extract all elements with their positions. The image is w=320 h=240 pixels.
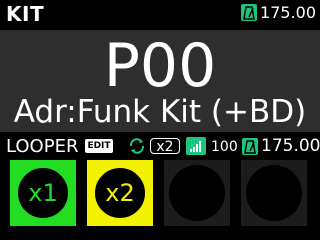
edit-button[interactable]: EDIT <box>85 139 113 153</box>
looper-label: LOOPER <box>6 136 79 157</box>
patch-number: P00 <box>103 31 217 101</box>
pad-label <box>241 160 307 226</box>
screen-title: KIT <box>6 2 45 26</box>
looper-tempo-display[interactable]: 175.00 <box>242 136 320 156</box>
looper-tempo-value: 175.00 <box>261 136 320 156</box>
pad-label <box>164 160 230 226</box>
level-icon <box>186 137 206 155</box>
patch-panel: P00 Adr:Funk Kit (+BD) <box>0 30 320 132</box>
multiplier-badge[interactable]: x2 <box>150 138 180 155</box>
metronome-icon <box>242 137 258 155</box>
loop-pad-1[interactable]: x1 <box>10 160 76 226</box>
pad-label: x2 <box>105 179 135 207</box>
tempo-value: 175.00 <box>260 3 316 22</box>
top-bar: KIT 175.00 <box>0 0 320 30</box>
loop-pads: x1 x2 <box>0 160 320 230</box>
tempo-display[interactable]: 175.00 <box>241 3 316 22</box>
sync-icon <box>129 138 145 154</box>
pad-label: x1 <box>28 179 58 207</box>
metronome-icon <box>241 4 258 21</box>
looper-bar: LOOPER EDIT x2 100 175.00 <box>0 134 320 158</box>
loop-pad-3[interactable] <box>164 160 230 226</box>
loop-pad-4[interactable] <box>241 160 307 226</box>
level-value: 100 <box>211 139 238 155</box>
loop-pad-2[interactable]: x2 <box>87 160 153 226</box>
patch-name: Adr:Funk Kit (+BD) <box>13 94 307 130</box>
